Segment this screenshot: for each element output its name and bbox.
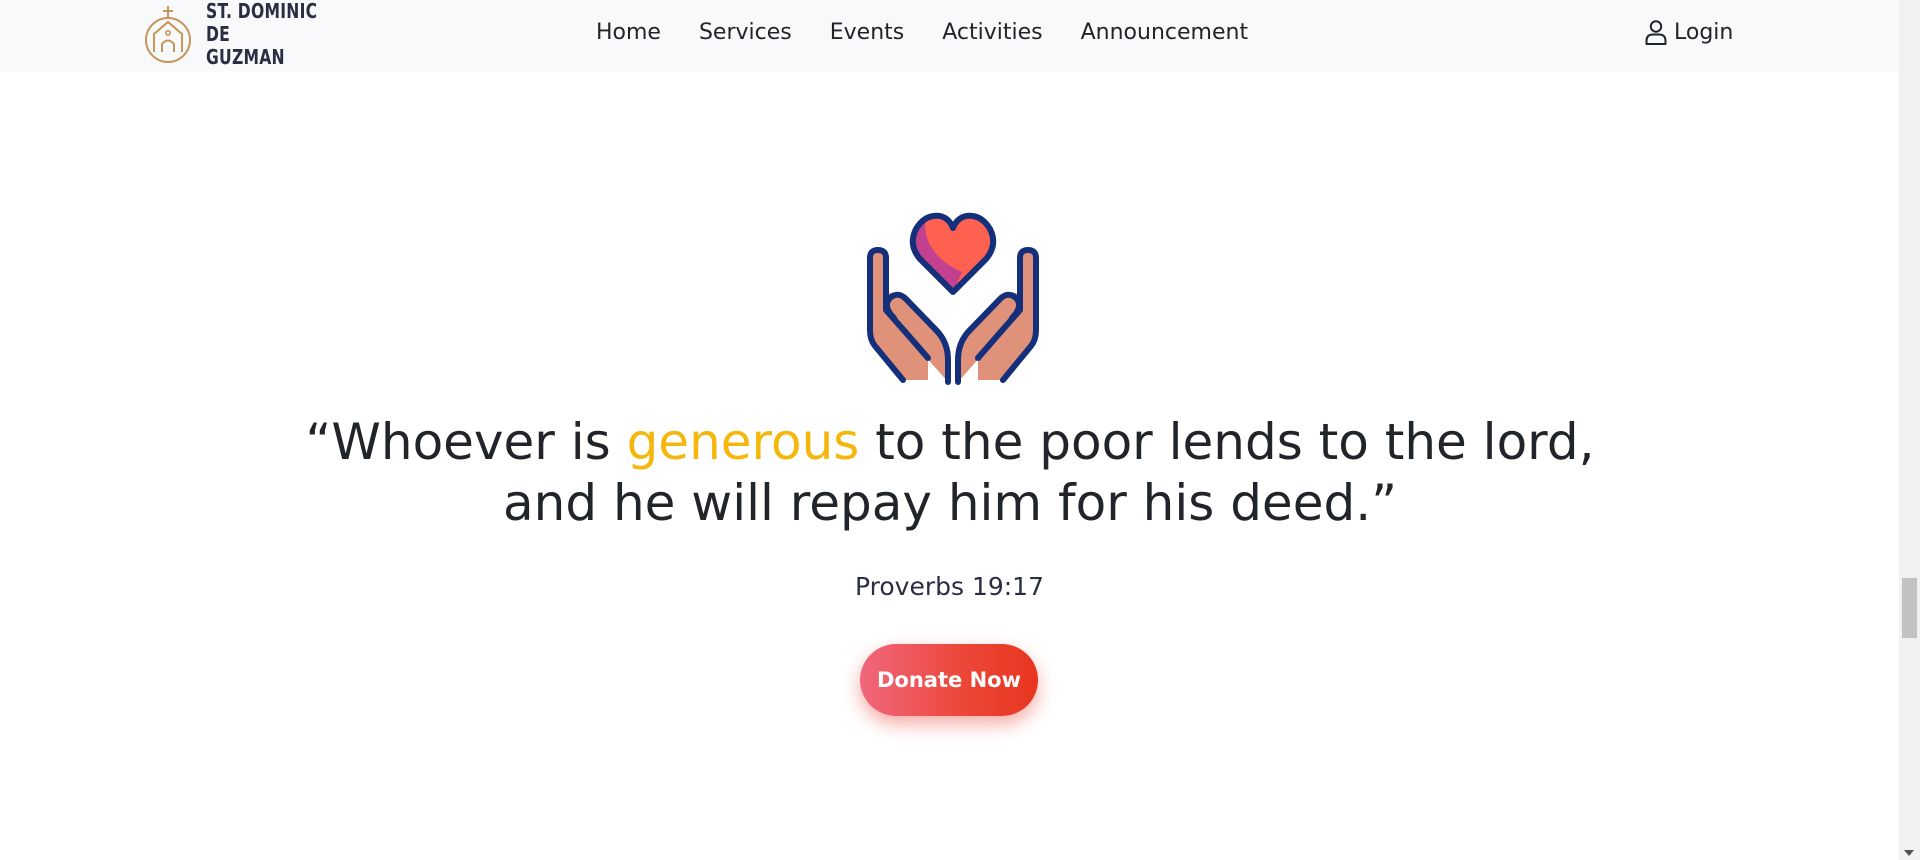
brand[interactable]: ST. DOMINIC DE GUZMAN xyxy=(142,0,386,68)
nav-announcement[interactable]: Announcement xyxy=(1081,20,1248,45)
quote-rest-line1: to the poor lends to the lord, xyxy=(859,413,1595,471)
nav-services[interactable]: Services xyxy=(699,20,792,45)
nav-home[interactable]: Home xyxy=(596,20,661,45)
nav-events[interactable]: Events xyxy=(830,20,905,45)
hands-heart-icon xyxy=(867,212,1039,385)
quote-highlight: generous xyxy=(626,413,860,471)
brand-name: ST. DOMINIC DE GUZMAN xyxy=(206,0,346,69)
scroll-down-arrow-icon[interactable] xyxy=(1904,850,1914,856)
donate-button[interactable]: Donate Now xyxy=(860,644,1038,716)
church-icon xyxy=(145,6,191,63)
scrollbar-thumb[interactable] xyxy=(1902,578,1917,638)
login-label: Login xyxy=(1674,19,1734,45)
scrollbar[interactable] xyxy=(1899,0,1920,860)
brand-name-line2: GUZMAN xyxy=(206,44,285,69)
nav-activities[interactable]: Activities xyxy=(942,20,1042,45)
quote-open: “Whoever is xyxy=(305,413,627,471)
quote-line2: and he will repay him for his deed.” xyxy=(503,474,1397,532)
user-icon xyxy=(1645,20,1667,45)
verse-reference: Proverbs 19:17 xyxy=(854,572,1044,601)
login-button[interactable]: Login xyxy=(1644,0,1733,64)
nav-links: Home Services Events Activities Announce… xyxy=(596,0,1248,64)
brand-name-line1: ST. DOMINIC DE xyxy=(206,0,318,46)
navbar: ST. DOMINIC DE GUZMAN Home Services Even… xyxy=(0,0,1899,70)
quote: “Whoever is generous to the poor lends t… xyxy=(200,412,1700,534)
